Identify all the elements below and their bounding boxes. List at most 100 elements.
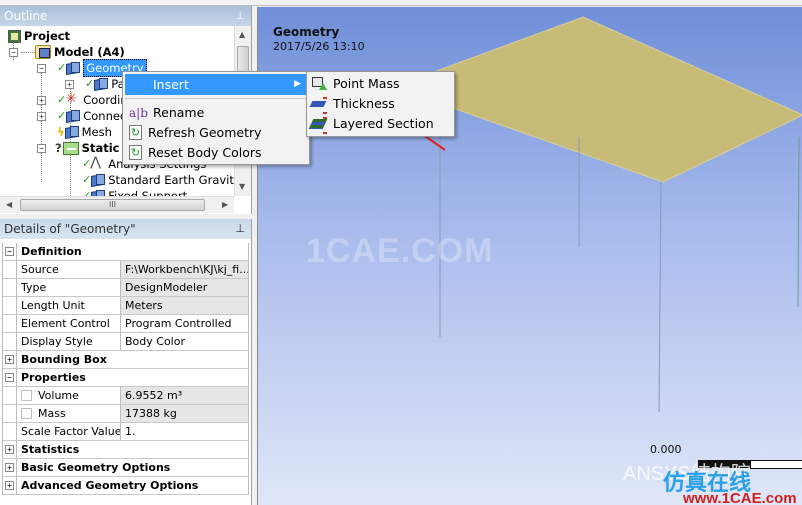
- menu-item-thickness[interactable]: Thickness: [309, 94, 453, 114]
- property-name: Source: [17, 261, 121, 278]
- expand-icon[interactable]: +: [5, 355, 14, 364]
- collapse-icon[interactable]: −: [5, 373, 14, 382]
- scroll-down-icon[interactable]: ▼: [239, 182, 245, 191]
- category-advanced-geometry-options[interactable]: + Advanced Geometry Options: [3, 477, 249, 495]
- expand-icon[interactable]: +: [37, 95, 46, 105]
- tree-node-connections[interactable]: + ✓ Connec: [37, 108, 126, 124]
- property-value: 17388 kg: [121, 405, 249, 422]
- category-properties[interactable]: − Properties: [3, 369, 249, 387]
- coordinate-system-icon: [64, 91, 80, 107]
- collapse-icon[interactable]: −: [37, 63, 46, 73]
- property-row-type[interactable]: Type DesignModeler: [3, 279, 249, 297]
- menu-label: Insert: [153, 77, 189, 92]
- gravity-icon: [89, 173, 106, 187]
- property-name: Mass: [17, 405, 121, 422]
- column-line: [658, 181, 662, 413]
- property-value[interactable]: 1.: [121, 423, 249, 440]
- menu-item-insert[interactable]: Insert ▶: [125, 74, 307, 95]
- tree-label: Mesh: [81, 125, 112, 139]
- static-structural-icon: [62, 141, 79, 155]
- expand-icon[interactable]: +: [37, 111, 46, 121]
- insert-submenu: Point Mass Thickness Layered Section: [306, 71, 455, 137]
- property-row-volume[interactable]: Volume 6.9552 m³: [3, 387, 249, 405]
- property-name: Display Style: [17, 333, 121, 350]
- property-name: Element Control: [17, 315, 121, 332]
- pin-icon[interactable]: ⊥: [235, 219, 245, 239]
- tree-node-standard-earth-gravity[interactable]: ✓ Standard Earth Gravity: [82, 172, 234, 188]
- tree-node-fixed-support[interactable]: ✓ Fixed Support: [82, 188, 187, 196]
- property-value: 6.9552 m³: [121, 387, 249, 404]
- scroll-thumb[interactable]: III: [20, 199, 205, 211]
- context-menu: Insert ▶ a|b Rename ↻ Refresh Geometry ↻…: [122, 71, 310, 165]
- expand-icon[interactable]: +: [5, 463, 14, 472]
- outline-horizontal-scrollbar[interactable]: ◀ III ▶: [0, 196, 234, 213]
- details-header: Details of "Geometry" ⊥: [0, 219, 251, 239]
- property-row-scale-factor[interactable]: Scale Factor Value 1.: [3, 423, 249, 441]
- menu-item-refresh-geometry[interactable]: ↻ Refresh Geometry: [125, 122, 307, 143]
- menu-label: Refresh Geometry: [148, 125, 262, 140]
- mesh-icon: [63, 125, 79, 139]
- tree-label: Connec: [83, 109, 127, 123]
- category-basic-geometry-options[interactable]: + Basic Geometry Options: [3, 459, 249, 477]
- menu-item-point-mass[interactable]: Point Mass: [309, 74, 453, 94]
- property-value: F:\Workbench\KJ\kj_fi...: [121, 261, 249, 278]
- tree-node-coordinate-systems[interactable]: + ✓ Coordin: [37, 91, 128, 108]
- tree-node-model[interactable]: − Model (A4): [9, 44, 125, 60]
- expand-icon[interactable]: +: [65, 79, 74, 89]
- expand-icon[interactable]: +: [5, 481, 14, 490]
- property-row-element-control[interactable]: Element Control Program Controlled: [3, 315, 249, 333]
- analysis-settings-icon: [89, 155, 105, 171]
- scroll-right-icon[interactable]: ▶: [222, 200, 228, 209]
- property-value[interactable]: Body Color: [121, 333, 249, 350]
- scroll-up-icon[interactable]: ▲: [239, 30, 245, 39]
- category-bounding-box[interactable]: + Bounding Box: [3, 351, 249, 369]
- tree-label: Coordin: [83, 93, 128, 107]
- category-label: Advanced Geometry Options: [17, 477, 249, 494]
- collapse-icon[interactable]: −: [9, 47, 18, 57]
- refresh-icon: ↻: [129, 125, 142, 140]
- category-statistics[interactable]: + Statistics: [3, 441, 249, 459]
- watermark: 1CAE.COM: [306, 232, 494, 270]
- collapse-icon[interactable]: −: [5, 247, 14, 256]
- category-definition[interactable]: − Definition: [3, 243, 249, 261]
- tree-label: Model (A4): [54, 45, 125, 59]
- viewport-title: Geometry: [273, 25, 340, 39]
- menu-item-layered-section[interactable]: Layered Section: [309, 114, 453, 134]
- question-icon: ?: [55, 141, 62, 155]
- category-label: Basic Geometry Options: [17, 459, 249, 476]
- viewport-date: 2017/5/26 13:10: [273, 40, 365, 53]
- column-line: [797, 136, 800, 308]
- outline-title: Outline: [4, 9, 48, 23]
- scroll-left-icon[interactable]: ◀: [6, 200, 12, 209]
- collapse-icon[interactable]: −: [37, 143, 46, 153]
- tree-label: Project: [24, 29, 71, 43]
- thickness-icon: [311, 97, 329, 114]
- parameter-checkbox[interactable]: [21, 408, 32, 419]
- watermark-url: www.1CAE.com: [683, 490, 797, 505]
- expand-icon[interactable]: +: [5, 445, 14, 454]
- tree-line: [41, 70, 42, 182]
- property-row-length-unit[interactable]: Length Unit Meters: [3, 297, 249, 315]
- details-grid: − Definition Source F:\Workbench\KJ\kj_f…: [2, 243, 249, 495]
- menu-item-rename[interactable]: a|b Rename: [125, 102, 307, 123]
- pin-icon[interactable]: ⊥: [235, 6, 245, 26]
- property-name: Volume: [17, 387, 121, 404]
- tree-node-part[interactable]: + ✓ Pa: [65, 76, 125, 92]
- fixed-support-icon: [89, 189, 106, 196]
- property-row-source[interactable]: Source F:\Workbench\KJ\kj_fi...: [3, 261, 249, 279]
- menu-item-reset-body-colors[interactable]: ↻ Reset Body Colors: [125, 142, 307, 163]
- property-value[interactable]: Program Controlled: [121, 315, 249, 332]
- outline-header: Outline ⊥: [0, 6, 251, 26]
- connections-icon: [64, 109, 81, 123]
- property-row-mass[interactable]: Mass 17388 kg: [3, 405, 249, 423]
- menu-label: Layered Section: [333, 116, 434, 131]
- refresh-icon: ↻: [129, 145, 142, 160]
- menu-label: Point Mass: [333, 76, 400, 91]
- parameter-checkbox[interactable]: [21, 390, 32, 401]
- tree-node-project[interactable]: Project: [8, 28, 70, 44]
- scroll-thumb[interactable]: [237, 46, 249, 74]
- submenu-arrow-icon: ▶: [294, 79, 301, 89]
- tree-node-mesh[interactable]: ϟ Mesh: [57, 124, 112, 140]
- property-row-display-style[interactable]: Display Style Body Color: [3, 333, 249, 351]
- tree-node-static-structural[interactable]: − ? Static: [37, 140, 119, 156]
